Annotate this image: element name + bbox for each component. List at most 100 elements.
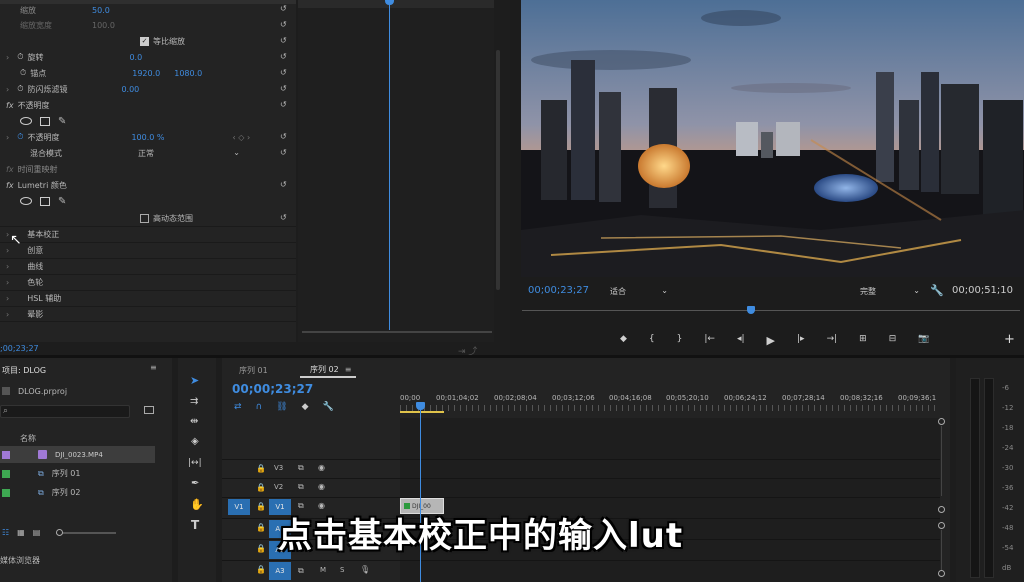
hdr-checkbox[interactable]: [140, 213, 149, 223]
rotation-value[interactable]: 0.0: [129, 53, 142, 62]
lock-icon[interactable]: 🔒: [256, 523, 266, 532]
ellipse-mask-icon[interactable]: [20, 197, 32, 205]
go-to-out-icon[interactable]: →|: [827, 334, 838, 347]
eye-icon[interactable]: ◉: [318, 463, 325, 472]
zoom-slider[interactable]: [56, 528, 117, 536]
add-marker-icon[interactable]: ◆: [302, 402, 309, 412]
program-playhead-icon[interactable]: [747, 306, 755, 314]
section-color-wheels[interactable]: › 色轮: [0, 274, 296, 290]
selection-tool-icon[interactable]: ➤: [190, 374, 199, 387]
lock-icon[interactable]: 🔒: [256, 544, 266, 553]
track-select-tool-icon[interactable]: ⇉: [190, 396, 198, 407]
reset-icon[interactable]: ↺: [280, 52, 287, 61]
blend-mode-select[interactable]: 正常 ⌄: [138, 148, 240, 159]
reset-icon[interactable]: ↺: [280, 100, 287, 109]
reset-icon[interactable]: ↺: [280, 148, 287, 157]
media-browser-tab[interactable]: 媒体浏览器: [0, 555, 40, 566]
wrench-icon[interactable]: 🔧: [930, 284, 944, 297]
slip-tool-icon[interactable]: |↔|: [188, 458, 202, 468]
marker-icon[interactable]: ◆: [620, 334, 627, 347]
freeform-view-icon[interactable]: ▤: [33, 528, 41, 537]
linked-selection-icon[interactable]: ⛓: [276, 402, 287, 412]
fx-icon[interactable]: fx: [6, 101, 14, 110]
stopwatch-icon[interactable]: ⏱: [20, 68, 26, 78]
list-view-icon[interactable]: ☷: [2, 528, 9, 537]
reset-icon[interactable]: ↺: [280, 213, 287, 222]
reset-icon[interactable]: ↺: [280, 36, 287, 45]
type-tool-icon[interactable]: T: [191, 518, 199, 532]
project-item-seq2[interactable]: ⧉ 序列 02: [0, 484, 155, 501]
icon-view-icon[interactable]: ▦: [17, 528, 25, 537]
fx-icon[interactable]: fx: [6, 181, 14, 190]
pen-mask-icon[interactable]: ✎: [58, 116, 66, 127]
razor-tool-icon[interactable]: ◈: [191, 436, 199, 447]
ripple-edit-tool-icon[interactable]: ⇹: [190, 416, 198, 427]
reset-icon[interactable]: ↺: [280, 68, 287, 77]
nest-icon[interactable]: ⇄: [234, 402, 242, 412]
reset-icon[interactable]: ↺: [280, 180, 287, 189]
keyframe-playhead[interactable]: [389, 0, 390, 330]
sync-lock-icon[interactable]: ⧉: [298, 463, 304, 473]
stopwatch-icon[interactable]: ⏱: [17, 84, 23, 94]
timeline-settings-icon[interactable]: 🔧: [323, 402, 334, 412]
source-patch-v1[interactable]: V1: [228, 499, 250, 515]
track-label[interactable]: V2: [274, 483, 283, 491]
section-curves[interactable]: › 曲线: [0, 258, 296, 274]
reset-icon[interactable]: ↺: [280, 84, 287, 93]
lock-icon[interactable]: 🔒: [256, 502, 266, 511]
project-item-seq1[interactable]: ⧉ 序列 01: [0, 465, 155, 482]
section-basic-correction[interactable]: › 基本校正: [0, 226, 296, 242]
step-forward-icon[interactable]: |▸: [797, 334, 805, 347]
anchor-x-value[interactable]: 1920.0: [132, 69, 160, 78]
program-current-timecode[interactable]: 00;00;23;27: [528, 285, 589, 296]
flicker-value[interactable]: 0.00: [121, 85, 139, 94]
reset-icon[interactable]: ↺: [280, 20, 287, 29]
uniform-scale-checkbox[interactable]: ✓: [140, 36, 149, 46]
section-vignette[interactable]: › 晕影: [0, 306, 296, 322]
tab-sequence-02[interactable]: 序列 02 ≡: [300, 362, 356, 378]
lock-icon[interactable]: 🔒: [256, 464, 266, 473]
insert-icon[interactable]: ⊞: [859, 334, 867, 347]
eye-icon[interactable]: ◉: [318, 482, 325, 491]
opacity-value[interactable]: 100.0 %: [131, 133, 164, 142]
mark-out-icon[interactable]: }: [677, 334, 683, 347]
track-label[interactable]: V3: [274, 464, 283, 472]
step-back-icon[interactable]: ◂|: [737, 334, 745, 347]
playhead-handle-icon[interactable]: [416, 402, 425, 410]
microphone-icon[interactable]: 🎙: [360, 565, 370, 574]
anchor-y-value[interactable]: 1080.0: [174, 69, 202, 78]
new-bin-icon[interactable]: [144, 406, 154, 414]
overwrite-icon[interactable]: ⊟: [889, 334, 897, 347]
go-to-in-icon[interactable]: |←: [704, 334, 715, 347]
solo-button[interactable]: S: [340, 566, 344, 574]
section-creative[interactable]: › 创意: [0, 242, 296, 258]
hand-tool-icon[interactable]: ✋: [190, 498, 204, 511]
rectangle-mask-icon[interactable]: [40, 196, 50, 206]
play-icon[interactable]: ▶: [767, 334, 775, 347]
mark-in-icon[interactable]: {: [649, 334, 655, 347]
column-header-name[interactable]: 名称: [20, 433, 36, 444]
track-target-a3[interactable]: A3: [269, 562, 291, 580]
quality-select[interactable]: 完整 ⌄: [860, 286, 920, 297]
reset-icon[interactable]: ↺: [280, 132, 287, 141]
section-hsl[interactable]: › HSL 辅助: [0, 290, 296, 306]
expand-arrow-icon[interactable]: ›: [6, 133, 9, 142]
pen-mask-icon[interactable]: ✎: [58, 196, 66, 207]
tab-sequence-01[interactable]: 序列 01: [239, 365, 268, 376]
keyframe-scrollbar[interactable]: [302, 331, 492, 337]
menu-icon[interactable]: ≡: [345, 365, 352, 374]
camera-icon[interactable]: 📷: [918, 334, 929, 347]
menu-icon[interactable]: ≡: [150, 363, 157, 372]
project-item-clip[interactable]: DJI_0023.MP4: [0, 446, 155, 463]
expand-arrow-icon[interactable]: ›: [6, 85, 9, 94]
time-ruler[interactable]: 00;00 00;01;04;02 00;02;08;04 00;03;12;0…: [400, 392, 940, 414]
keyframe-nav-icon[interactable]: ‹ ◇ ›: [233, 133, 251, 142]
expand-arrow-icon[interactable]: ›: [6, 53, 9, 62]
program-scrub-bar[interactable]: [522, 310, 1020, 320]
ellipse-mask-icon[interactable]: [20, 117, 32, 125]
pen-tool-icon[interactable]: ✒: [191, 478, 199, 489]
work-area-bar[interactable]: [400, 411, 444, 413]
rectangle-mask-icon[interactable]: [40, 116, 50, 126]
lock-icon[interactable]: 🔒: [256, 483, 266, 492]
vertical-zoom-scroll[interactable]: [938, 418, 946, 578]
